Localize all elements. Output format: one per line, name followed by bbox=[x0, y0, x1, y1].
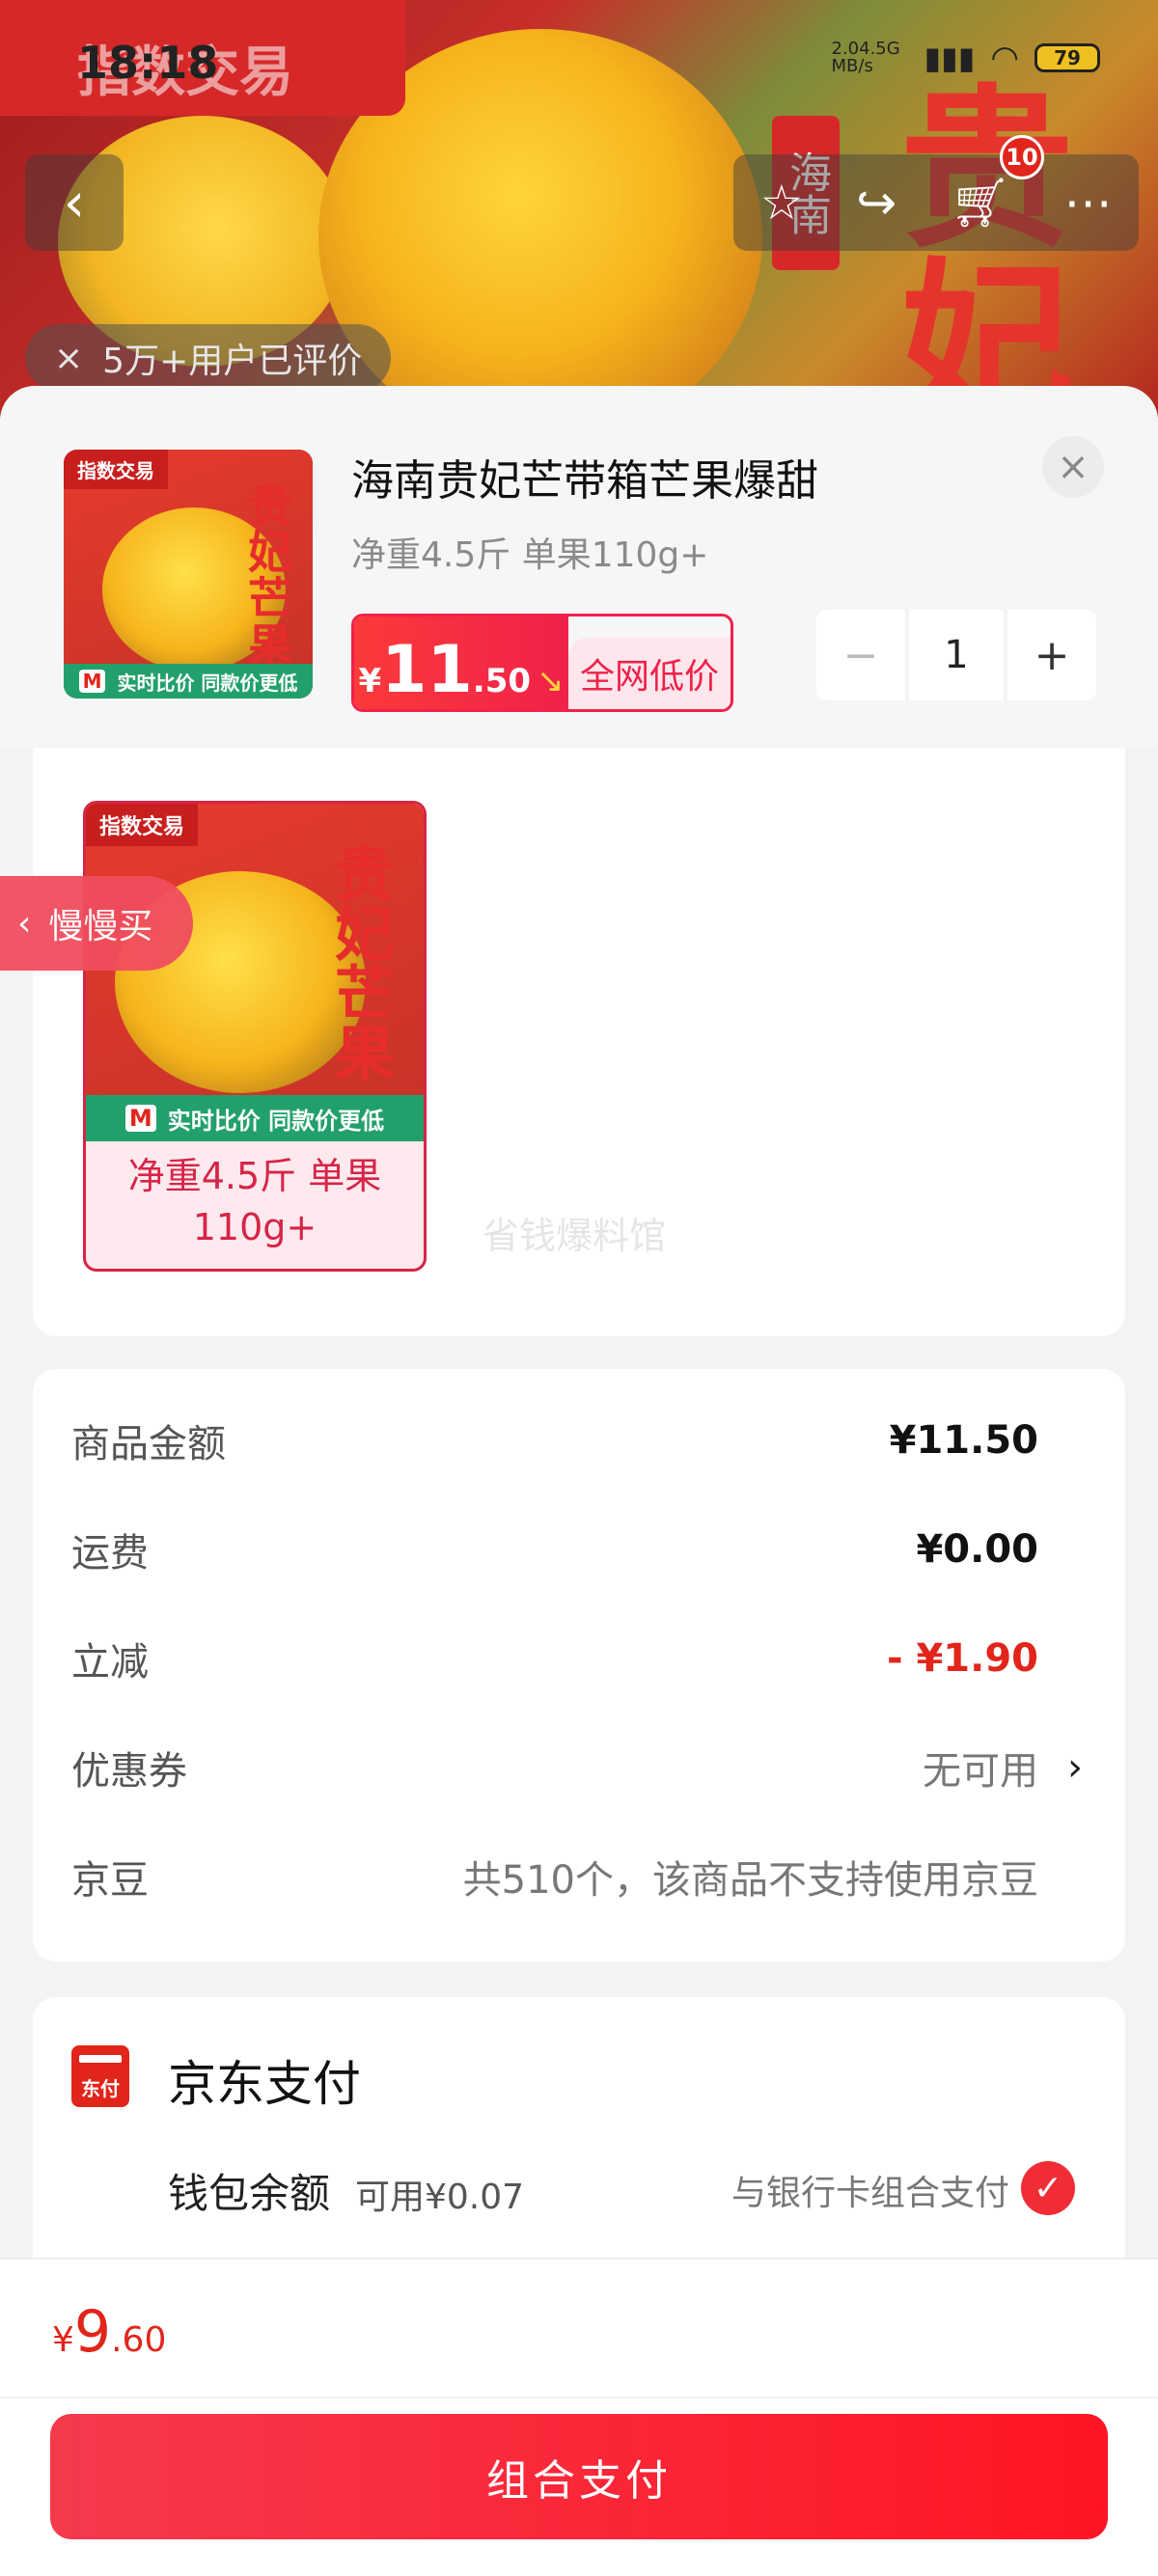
summary-value: ¥0.00 bbox=[916, 1527, 1038, 1572]
top-action-bar: ☆ ↪ 🛒︎ ⋯ bbox=[733, 154, 1139, 251]
product-thumbnail: 指数交易 贵妃芒果 M 实时比价 同款价更低 bbox=[64, 450, 313, 699]
mmb-logo-icon: M bbox=[124, 1105, 156, 1132]
status-time: 18:18 bbox=[77, 37, 219, 89]
increase-button[interactable]: + bbox=[1007, 610, 1096, 700]
summary-label: 立减 bbox=[71, 1640, 149, 1685]
hero-big-text: 贵妃 bbox=[869, 77, 1071, 425]
payment-title: 京东支付 bbox=[168, 2056, 361, 2112]
summary-label: 商品金额 bbox=[71, 1422, 226, 1466]
summary-value: ¥11.50 bbox=[889, 1418, 1038, 1463]
checkout-sheet: 指数交易 贵妃芒果 M 实时比价 同款价更低 海南贵妃芒带箱芒果爆甜 净重4.5… bbox=[0, 386, 1158, 2258]
chevron-right-icon: › bbox=[1067, 1745, 1083, 1790]
slow-buy-label: 慢慢买 bbox=[48, 907, 153, 946]
chevron-left-icon: ‹ bbox=[17, 903, 32, 944]
cart-icon[interactable]: 🛒︎ bbox=[950, 175, 1010, 232]
back-button[interactable]: ‹ bbox=[25, 154, 124, 251]
status-bar: 2.04.5G MB/s ▮▮▮ ◠ 79 bbox=[831, 39, 1100, 77]
summary-label: 京豆 bbox=[71, 1858, 149, 1903]
thumb-name-text: 贵妃芒果 bbox=[241, 482, 293, 668]
thumb-price-bar: M 实时比价 同款价更低 bbox=[64, 664, 313, 699]
summary-label: 运费 bbox=[71, 1531, 149, 1576]
summary-row-jingdou: 京豆 共510个，该商品不支持使用京豆 bbox=[71, 1848, 1038, 1905]
product-spec: 净重4.5斤 单果110g+ bbox=[351, 535, 709, 575]
product-header: 指数交易 贵妃芒果 M 实时比价 同款价更低 海南贵妃芒带箱芒果爆甜 净重4.5… bbox=[0, 386, 1158, 748]
reviews-text: 5万+用户已评价 bbox=[102, 342, 363, 381]
coupon-value: 无可用 bbox=[923, 1749, 1038, 1794]
network-speed: 2.04.5G MB/s bbox=[831, 39, 900, 76]
product-hero-image: 指数交易 18:18 2.04.5G MB/s ▮▮▮ ◠ 79 海南 贵妃 ‹… bbox=[0, 0, 1158, 425]
order-summary-card: 商品金额 ¥11.50 运费 ¥0.00 立减 - ¥1.90 优惠券 无可用 … bbox=[33, 1369, 1125, 1961]
price-integer: 11 bbox=[381, 632, 473, 708]
more-icon[interactable]: ⋯ bbox=[1064, 175, 1113, 231]
bottom-pay-bar: ¥ 9 .60 组合支付 bbox=[0, 2258, 1158, 2576]
quantity-value[interactable]: 1 bbox=[905, 610, 1007, 700]
share-icon[interactable]: ↪ bbox=[856, 175, 896, 231]
watermark-text: 省钱爆料馆 bbox=[482, 1215, 667, 1257]
total-integer: 9 bbox=[73, 2298, 112, 2366]
option-tag: 指数交易 bbox=[86, 804, 199, 846]
summary-label: 优惠券 bbox=[71, 1749, 187, 1794]
combined-pay-button[interactable]: 组合支付 bbox=[50, 2414, 1108, 2539]
summary-row-discount: 立减 - ¥1.90 bbox=[71, 1630, 1038, 1687]
spec-option-selected[interactable]: 指数交易 贵妃芒果 M 实时比价 同款价更低 净重4.5斤 单果110g+ bbox=[83, 801, 427, 1272]
mmb-logo-icon: M bbox=[78, 670, 106, 693]
product-title: 海南贵妃芒带箱芒果爆甜 bbox=[351, 456, 818, 506]
option-name-text: 贵妃芒果 bbox=[324, 842, 395, 1082]
option-bar-text: 实时比价 同款价更低 bbox=[167, 1107, 385, 1135]
price-currency: ¥ bbox=[358, 662, 382, 700]
total-price: ¥ 9 .60 bbox=[52, 2298, 166, 2366]
close-icon[interactable]: × bbox=[54, 339, 83, 378]
discount-value: - ¥1.90 bbox=[886, 1636, 1038, 1681]
summary-row-shipping: 运费 ¥0.00 bbox=[71, 1521, 1038, 1578]
spec-options-card: 指数交易 贵妃芒果 M 实时比价 同款价更低 净重4.5斤 单果110g+ 省钱… bbox=[33, 704, 1125, 1336]
summary-row-coupon[interactable]: 优惠券 无可用 › bbox=[71, 1739, 1083, 1796]
combo-pay-label: 与银行卡组合支付 bbox=[731, 2174, 1009, 2213]
quantity-stepper: − 1 + bbox=[816, 610, 1096, 700]
summary-row-goods: 商品金额 ¥11.50 bbox=[71, 1411, 1038, 1469]
price-main: ¥ 11 .50 ↘ bbox=[354, 617, 568, 709]
divider bbox=[0, 2397, 1158, 2398]
slow-buy-tab[interactable]: ‹ 慢慢买 bbox=[0, 876, 193, 971]
thumb-bar-text: 实时比价 同款价更低 bbox=[117, 671, 298, 695]
thumb-tag: 指数交易 bbox=[64, 450, 168, 489]
signal-icon: ▮▮▮ bbox=[924, 40, 976, 76]
jd-pay-icon: 东付 bbox=[71, 2045, 129, 2107]
battery-icon: 79 bbox=[1034, 43, 1100, 72]
jingdou-value: 共510个，该商品不支持使用京豆 bbox=[462, 1858, 1038, 1903]
price-tag: ¥ 11 .50 ↘ 全网低价 bbox=[351, 614, 734, 712]
favorite-star-icon[interactable]: ☆ bbox=[759, 175, 803, 231]
wallet-balance-label: 钱包余额 bbox=[168, 2170, 331, 2217]
lowest-price-label: 全网低价 bbox=[568, 638, 731, 709]
chevron-left-icon: ‹ bbox=[63, 171, 86, 234]
wallet-available: 可用¥0.07 bbox=[355, 2178, 525, 2217]
spec-option-image: 指数交易 贵妃芒果 M 实时比价 同款价更低 bbox=[86, 804, 424, 1141]
close-icon: × bbox=[1057, 445, 1089, 489]
decrease-button[interactable]: − bbox=[816, 610, 905, 700]
option-price-bar: M 实时比价 同款价更低 bbox=[86, 1095, 424, 1141]
checkmark-icon[interactable]: ✓ bbox=[1021, 2161, 1075, 2215]
reviews-pill[interactable]: × 5万+用户已评价 bbox=[25, 324, 392, 392]
payment-method-card: 东付 京东支付 钱包余额 可用¥0.07 与银行卡组合支付 ✓ bbox=[33, 1997, 1125, 2258]
spec-option-caption: 净重4.5斤 单果110g+ bbox=[127, 1155, 382, 1249]
price-down-arrow-icon: ↘ bbox=[537, 662, 565, 700]
price-decimal: .50 bbox=[472, 662, 532, 700]
wifi-icon: ◠ bbox=[990, 39, 1019, 77]
close-button[interactable]: × bbox=[1042, 436, 1104, 498]
total-currency: ¥ bbox=[52, 2320, 74, 2360]
total-decimal: .60 bbox=[111, 2320, 167, 2360]
cart-count-badge: 10 bbox=[1000, 135, 1044, 179]
